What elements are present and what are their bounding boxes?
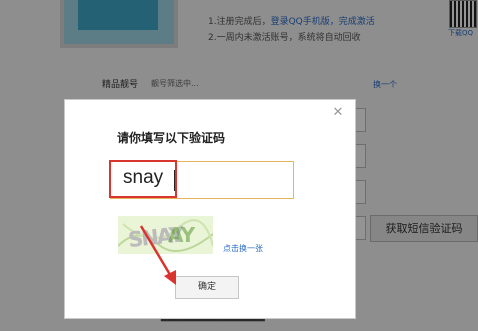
svg-text:AY: AY	[168, 223, 196, 247]
captcha-image: SNAY AY	[118, 216, 213, 254]
confirm-button[interactable]: 确定	[175, 276, 239, 299]
captcha-dialog: ✕ 请你填写以下验证码 snay SNAY AY 点击换一张 确定	[64, 99, 356, 319]
captcha-graphic: SNAY AY	[118, 219, 213, 252]
refresh-captcha-link[interactable]: 点击换一张	[223, 243, 263, 254]
close-icon[interactable]: ✕	[331, 106, 345, 120]
dialog-title: 请你填写以下验证码	[117, 131, 226, 145]
input-highlight-annotation	[109, 160, 177, 198]
